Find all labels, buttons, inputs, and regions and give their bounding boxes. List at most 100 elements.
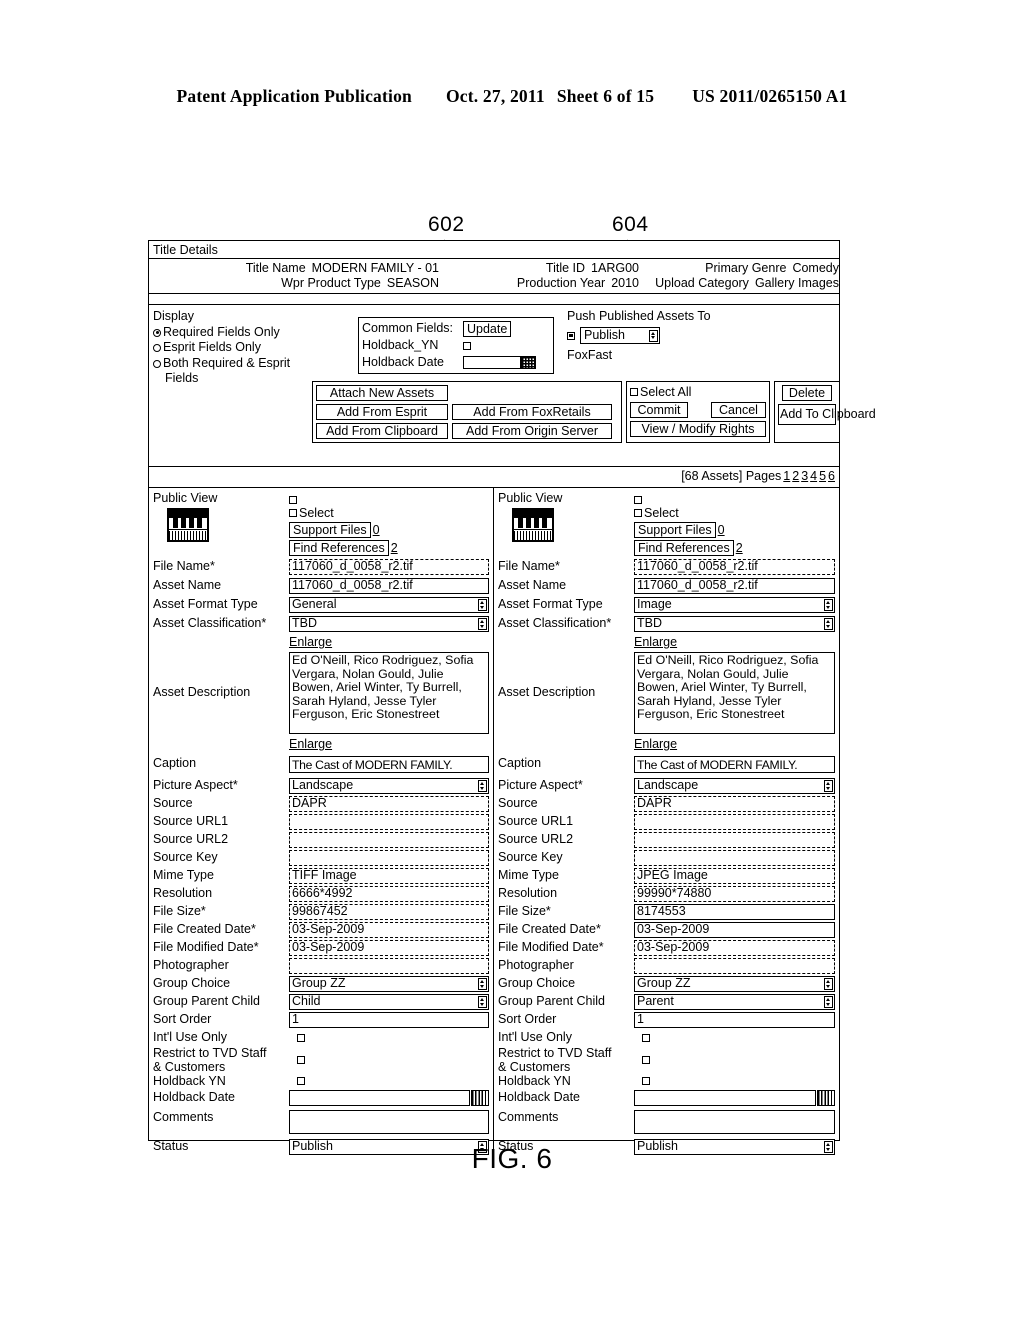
chevron-down-icon[interactable] [478,978,487,990]
add-from-origin-server-button[interactable]: Add From Origin Server [452,423,612,439]
find-references-button[interactable]: Find References [634,540,734,556]
source-url2-input[interactable] [634,832,835,848]
chevron-down-icon[interactable] [478,618,487,630]
mime-type-input[interactable]: JPEG Image [634,868,835,884]
asset-description-textarea[interactable]: Ed O'Neill, Rico Rodriguez, Sofia Vergar… [289,652,489,734]
page-link-5[interactable]: 5 [819,469,826,483]
asset-format-type-select[interactable]: General [289,597,489,613]
holdback-date-asset-input[interactable] [289,1090,470,1106]
asset-thumbnail[interactable] [167,508,209,542]
enlarge-caption-link[interactable]: Enlarge [634,737,677,751]
caption-input[interactable]: The Cast of MODERN FAMILY. [289,756,489,773]
asset-classification-select[interactable]: TBD [634,616,835,632]
picture-aspect-select[interactable]: Landscape [289,778,489,794]
group-parent-child-select[interactable]: Child [289,994,489,1010]
asset-thumbnail[interactable] [512,508,554,542]
sort-order-input[interactable]: 1 [289,1012,489,1028]
delete-button[interactable]: Delete [782,385,832,401]
public-view-checkbox[interactable] [634,496,642,504]
select-checkbox[interactable] [634,509,642,517]
calendar-icon[interactable] [817,1090,835,1106]
file-name-input[interactable]: 117060_d_0058_r2.tif [289,559,489,575]
holdback-date-asset-input[interactable] [634,1090,816,1106]
radio-both-required-esprit[interactable]: Both Required & Esprit [153,356,353,372]
chevron-down-icon[interactable] [824,599,833,611]
source-input[interactable]: DAPR [289,796,489,812]
group-choice-select[interactable]: Group ZZ [289,976,489,992]
enlarge-caption-link[interactable]: Enlarge [289,737,332,751]
chevron-down-icon[interactable] [478,599,487,611]
select-row[interactable]: Select [289,506,489,520]
enlarge-description-link[interactable]: Enlarge [289,635,332,649]
photographer-input[interactable] [289,958,489,974]
comments-textarea[interactable] [289,1110,489,1134]
select-row[interactable]: Select [634,506,835,520]
cancel-button[interactable]: Cancel [711,402,766,418]
chevron-down-icon[interactable] [824,978,833,990]
radio-icon[interactable] [153,328,161,337]
enlarge-description-link[interactable]: Enlarge [634,635,677,649]
restrict-tvd-checkbox[interactable] [642,1055,650,1064]
add-from-clipboard-button[interactable]: Add From Clipboard [316,423,448,439]
add-from-foxretails-button[interactable]: Add From FoxRetails [452,404,612,420]
radio-icon[interactable] [153,344,161,352]
support-files-count[interactable]: 0 [373,523,380,537]
source-input[interactable]: DAPR [634,796,835,812]
page-link-1[interactable]: 1 [783,469,790,483]
file-created-date-input[interactable]: 03-Sep-2009 [289,922,489,938]
calendar-icon[interactable] [471,1090,489,1106]
intl-use-only-checkbox[interactable] [297,1033,305,1042]
add-from-esprit-button[interactable]: Add From Esprit [316,404,448,420]
page-link-6[interactable]: 6 [828,469,835,483]
source-url2-input[interactable] [289,832,489,848]
file-modified-date-input[interactable]: 03-Sep-2009 [634,940,835,956]
photographer-input[interactable] [634,958,835,974]
page-link-4[interactable]: 4 [810,469,817,483]
asset-name-input[interactable]: 117060_d_0058_r2.tif [289,578,489,594]
public-view-checkbox[interactable] [289,496,297,504]
file-size-input[interactable]: 8174553 [634,904,835,920]
holdback-yn-checkbox[interactable] [463,341,471,350]
push-publish-select[interactable]: Publish [580,327,660,344]
select-checkbox[interactable] [289,509,297,517]
support-files-button[interactable]: Support Files [289,522,371,538]
chevron-down-icon[interactable] [824,780,833,792]
chevron-down-icon[interactable] [648,329,658,342]
commit-button[interactable]: Commit [630,402,688,418]
source-url1-input[interactable] [634,814,835,830]
asset-format-type-select[interactable]: Image [634,597,835,613]
file-created-date-input[interactable]: 03-Sep-2009 [634,922,835,938]
page-link-3[interactable]: 3 [801,469,808,483]
source-key-input[interactable] [634,850,835,866]
find-references-count[interactable]: 2 [736,541,743,555]
calendar-icon[interactable] [521,356,536,369]
push-publish-checkbox[interactable] [567,331,575,340]
chevron-down-icon[interactable] [824,996,833,1008]
radio-icon[interactable] [153,359,161,368]
radio-required-fields-only[interactable]: Required Fields Only [153,325,353,341]
holdback-yn-asset-checkbox[interactable] [642,1077,650,1086]
file-modified-date-input[interactable]: 03-Sep-2009 [289,940,489,956]
resolution-input[interactable]: 99990*74880 [634,886,835,902]
attach-new-assets-button[interactable]: Attach New Assets [316,385,448,401]
select-all-row[interactable]: Select All [630,385,766,399]
intl-use-only-checkbox[interactable] [642,1033,650,1042]
asset-classification-select[interactable]: TBD [289,616,489,632]
select-all-checkbox[interactable] [630,388,638,396]
radio-esprit-fields-only[interactable]: Esprit Fields Only [153,340,353,356]
holdback-date-input[interactable] [463,356,521,369]
source-url1-input[interactable] [289,814,489,830]
sort-order-input[interactable]: 1 [634,1012,835,1028]
mime-type-input[interactable]: TIFF Image [289,868,489,884]
source-key-input[interactable] [289,850,489,866]
chevron-down-icon[interactable] [478,780,487,792]
find-references-count[interactable]: 2 [391,541,398,555]
group-parent-child-select[interactable]: Parent [634,994,835,1010]
find-references-button[interactable]: Find References [289,540,389,556]
asset-name-input[interactable]: 117060_d_0058_r2.tif [634,578,835,594]
group-choice-select[interactable]: Group ZZ [634,976,835,992]
page-link-2[interactable]: 2 [792,469,799,483]
view-modify-rights-button[interactable]: View / Modify Rights [630,421,766,437]
chevron-down-icon[interactable] [478,996,487,1008]
picture-aspect-select[interactable]: Landscape [634,778,835,794]
